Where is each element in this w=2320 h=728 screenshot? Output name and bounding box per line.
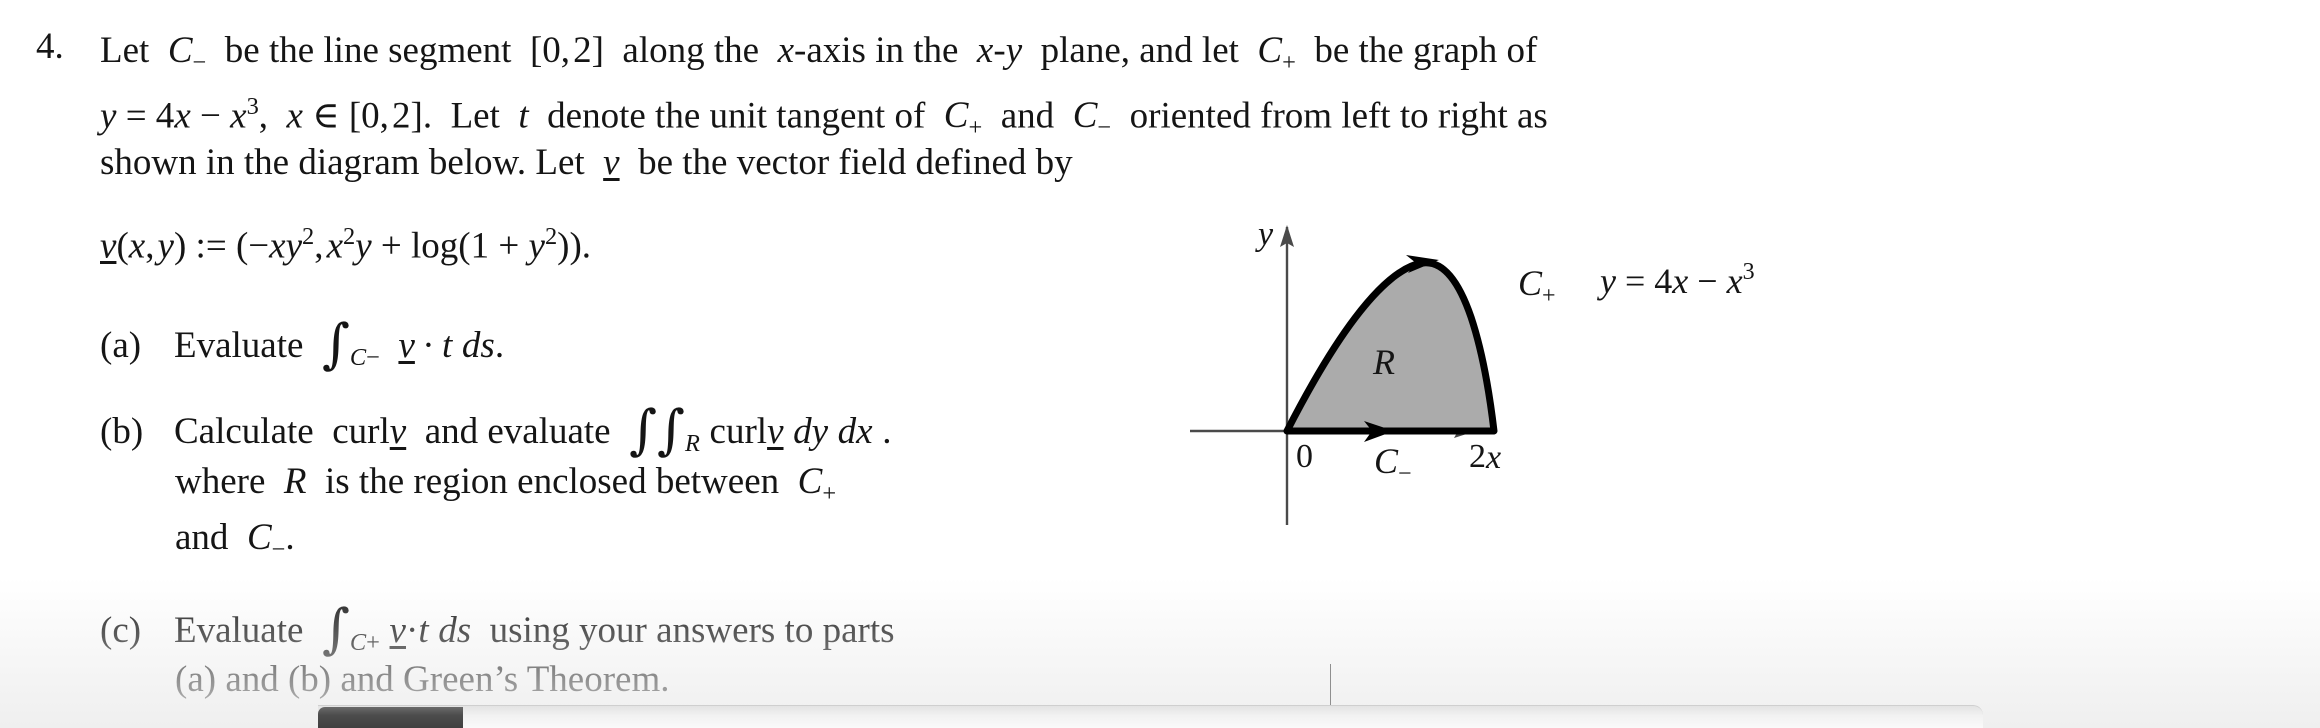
text-let-2: Let — [450, 95, 500, 137]
integral-sign-a: ∫ — [321, 312, 350, 376]
curve-equation-label: y = 4x − x3 — [1597, 259, 1755, 301]
integral-sign-c: ∫ — [321, 597, 350, 661]
math-x: x — [777, 30, 795, 71]
document-page: 4. Let C− be the line segment [0, 2] along t… — [0, 0, 2320, 728]
text-be-vector-field: be the vector field defined by — [638, 142, 1073, 183]
panel-divider — [1330, 664, 1331, 706]
text-is-region: is the region enclosed between — [325, 461, 780, 502]
text-calculate: Calculate — [174, 411, 314, 452]
double-integral-sign-b: ∫∫ — [629, 398, 686, 462]
text-oriented: oriented from left to right as — [1129, 95, 1548, 137]
problem-part-b-line-3: and C−. — [175, 517, 295, 563]
tick-label-0: 0 — [1296, 438, 1313, 475]
text-and: and — [1000, 95, 1055, 137]
math-v-vector: v — [603, 142, 620, 183]
math-y: y — [1005, 30, 1023, 71]
text-greens-theorem: (a) and (b) and Green’s Theorem. — [175, 659, 670, 700]
vector-field-definition: v(x, y) := (−xy2, x2y + log(1 + y2)). — [100, 223, 592, 267]
text-be-line-segment: be the line segment — [224, 30, 512, 71]
part-a-label: (a) — [100, 325, 142, 366]
math-c-plus-2: C+ — [943, 95, 983, 142]
text-denote-unit-tangent: denote the unit tangent of — [547, 95, 926, 137]
math-c-plus: C+ — [1257, 30, 1296, 76]
text-plane-and-let: plane, and let — [1040, 30, 1239, 71]
problem-text-column: 4. Let C− be the line segment [0, 2] along t… — [0, 0, 1548, 700]
text-using-answers: using your answers to parts — [489, 610, 895, 651]
math-r-where: R — [283, 461, 307, 502]
text-where: where — [175, 461, 266, 502]
text-and-evaluate: and evaluate — [424, 411, 611, 452]
region-diagram: y x 0 2 R C+ C− y = 4x − x3 — [1190, 205, 1990, 535]
math-dy: dy — [793, 411, 829, 452]
math-y-eq: y — [100, 95, 117, 137]
axis-label-y: y — [1255, 216, 1274, 253]
integral-limit-c-minus: C− — [349, 343, 380, 371]
horizontal-scrollbar[interactable] — [318, 705, 1983, 728]
region-label-r: R — [1372, 342, 1395, 382]
text-be-graph-of: be the graph of — [1314, 30, 1538, 71]
math-ds-a: ds — [461, 325, 495, 366]
math-c-minus: C− — [167, 30, 207, 76]
math-t-a: t — [442, 325, 453, 366]
math-v-a: v — [398, 325, 415, 366]
math-v-b1: v — [389, 411, 407, 452]
problem-part-a: (a) Evaluate ∫C− v · t ds. — [100, 312, 505, 376]
problem-part-c-line-2: (a) and (b) and Green’s Theorem. — [175, 653, 670, 707]
axis-label-x: x — [1485, 439, 1501, 476]
math-t: t — [518, 95, 529, 137]
text-let: Let — [100, 30, 150, 71]
text-evaluate-c: Evaluate — [174, 610, 304, 651]
math-interval: [0, 2] — [529, 30, 604, 71]
math-t-c: t — [418, 610, 429, 651]
problem-number: 4. — [36, 26, 64, 67]
text-shown-in-diagram: shown in the diagram below. Let — [100, 142, 585, 183]
part-b-label: (b) — [100, 411, 144, 452]
text-axis-in-the: -axis in the — [794, 30, 959, 71]
text-curl-1: curl — [332, 411, 390, 452]
text-evaluate-a: Evaluate — [174, 325, 304, 366]
part-c-label: (c) — [100, 610, 142, 651]
curve-label-c-plus: C+ — [1518, 263, 1556, 309]
tick-label-2: 2 — [1469, 438, 1486, 475]
problem-statement-line-3: shown in the diagram below. Let v be the v… — [100, 136, 1420, 190]
text-and-end: and — [175, 517, 229, 558]
integral-limit-r: R — [685, 429, 700, 457]
math-dx: dx — [837, 411, 873, 452]
math-c-minus-b: C− — [246, 517, 286, 563]
segment-label-c-minus: C− — [1374, 441, 1412, 487]
math-log: log — [411, 225, 459, 267]
math-v-def: v — [100, 225, 117, 267]
math-x-y: x — [976, 30, 994, 71]
text-along-the: along the — [622, 30, 760, 71]
math-c-plus-b: C+ — [797, 461, 837, 507]
math-c-minus-2: C− — [1072, 95, 1112, 142]
math-x-in: x — [286, 95, 303, 137]
math-v-c: v — [389, 610, 406, 651]
math-ds-c: ds — [438, 610, 472, 651]
math-v-b2: v — [767, 411, 784, 452]
text-curl-2: curl — [709, 411, 768, 452]
scrollbar-thumb[interactable] — [318, 707, 463, 728]
integral-limit-c-plus: C+ — [349, 628, 380, 656]
